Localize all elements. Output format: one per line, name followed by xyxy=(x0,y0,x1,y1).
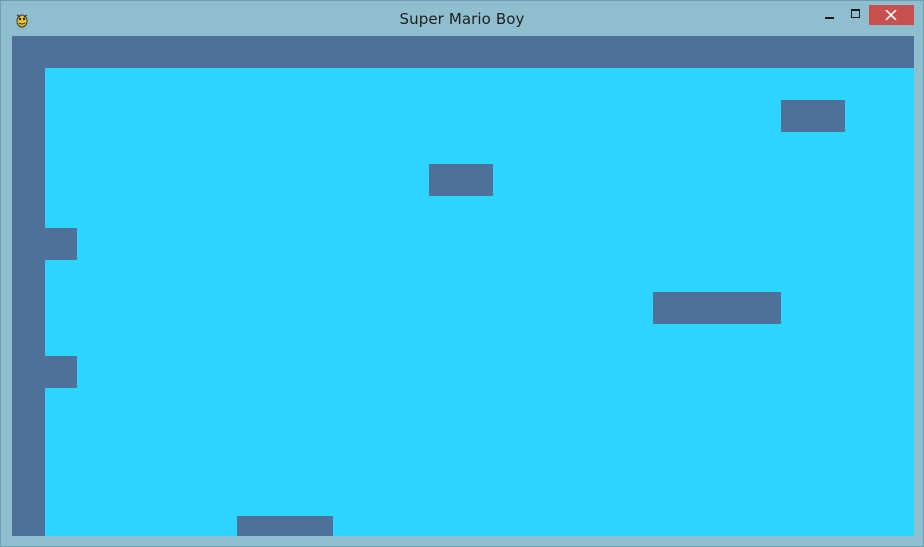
left-ledge-upper xyxy=(45,228,77,260)
maximize-icon xyxy=(851,9,860,18)
platform-right xyxy=(653,292,781,324)
game-canvas[interactable] xyxy=(12,36,914,536)
window-title: Super Mario Boy xyxy=(399,10,525,28)
minimize-button[interactable] xyxy=(817,5,843,25)
close-button[interactable] xyxy=(869,5,914,25)
left-ledge-lower xyxy=(45,356,77,388)
left-wall xyxy=(12,36,45,536)
maximize-button[interactable] xyxy=(843,5,869,25)
platform-bottom xyxy=(237,516,333,536)
platform-top-right xyxy=(781,100,845,132)
title-bar[interactable]: Super Mario Boy xyxy=(1,1,923,35)
game-window: Super Mario Boy xyxy=(0,0,924,547)
close-icon xyxy=(885,10,897,20)
platform-center xyxy=(429,164,493,196)
minimize-icon xyxy=(825,17,834,19)
ceiling-wall xyxy=(12,36,914,68)
